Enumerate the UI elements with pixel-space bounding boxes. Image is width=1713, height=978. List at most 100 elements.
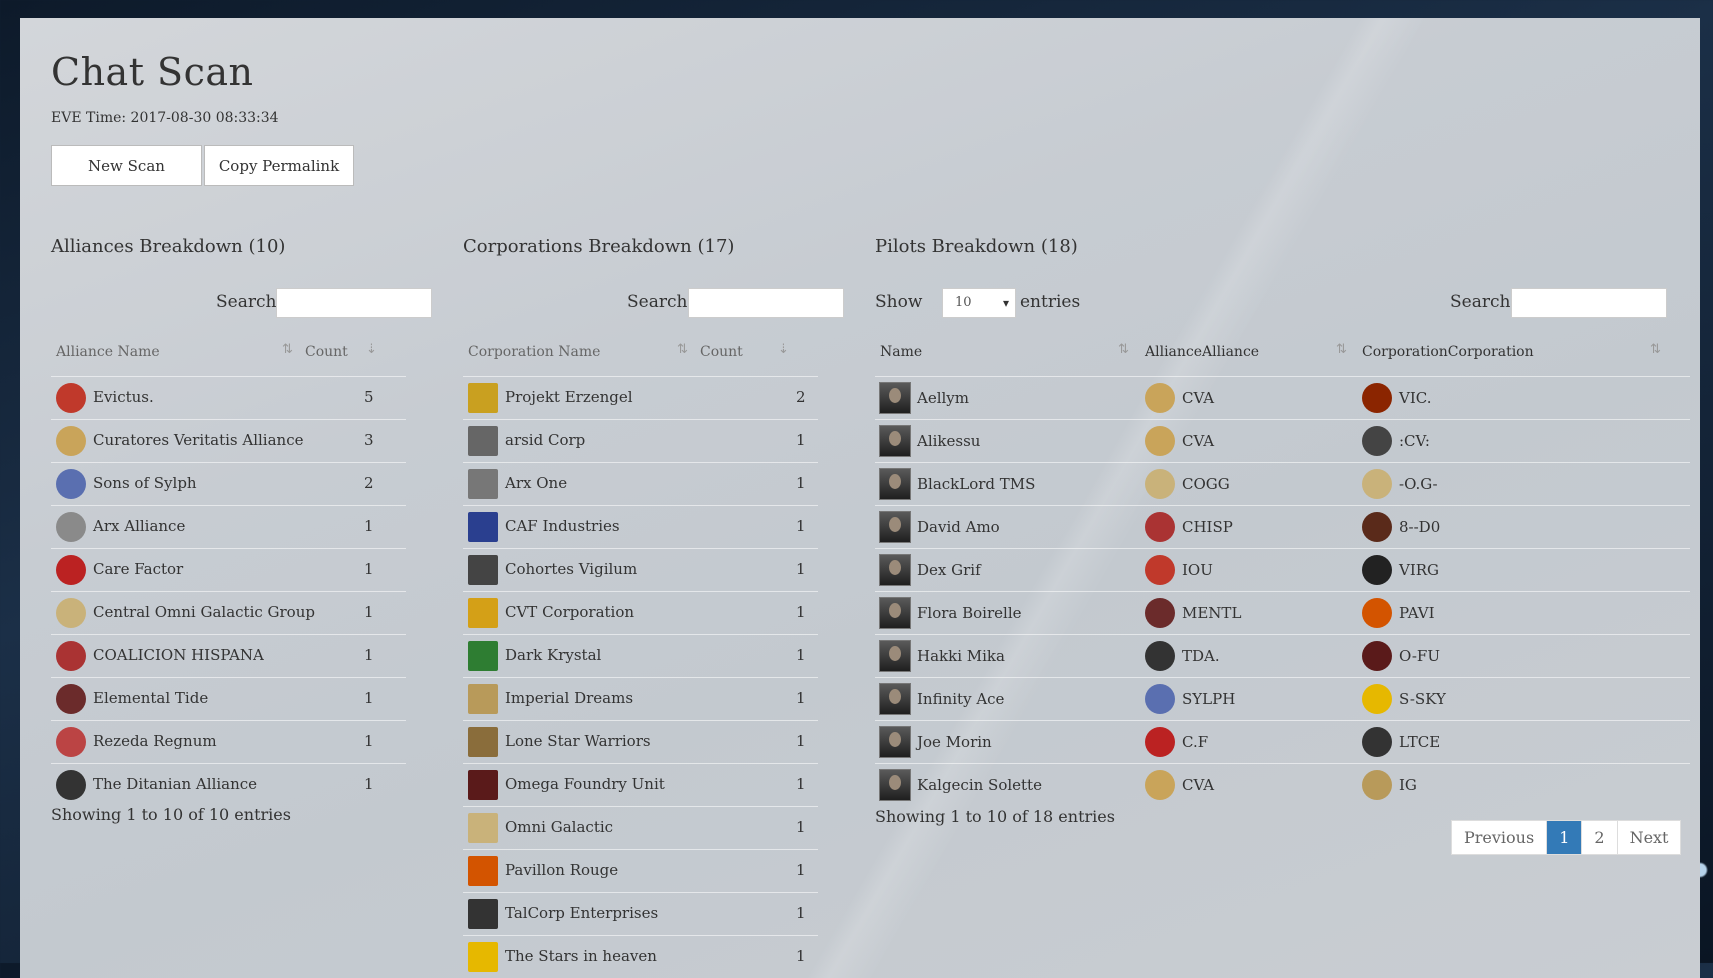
new-scan-button[interactable]: New Scan [51, 145, 202, 186]
table-row[interactable]: Sons of Sylph 2 [51, 462, 406, 505]
pilot-corporation[interactable]: O-FU [1399, 647, 1440, 665]
previous-page-button[interactable]: Previous [1452, 821, 1546, 854]
table-row[interactable]: Dex Grif IOU VIRG [875, 548, 1690, 591]
corporation-name[interactable]: TalCorp Enterprises [505, 904, 658, 922]
table-row[interactable]: Arx Alliance 1 [51, 505, 406, 548]
table-row[interactable]: Rezeda Regnum 1 [51, 720, 406, 763]
pilot-name[interactable]: Joe Morin [917, 733, 992, 751]
pilots-col-alliance[interactable]: AllianceAlliance [1145, 344, 1259, 360]
pilot-corporation[interactable]: 8--D0 [1399, 518, 1440, 536]
sort-desc-icon[interactable]: ⇣ [778, 342, 789, 357]
table-row[interactable]: Omega Foundry Unit 1 [463, 763, 818, 806]
pilots-col-name[interactable]: Name [880, 344, 922, 360]
corporation-name[interactable]: Imperial Dreams [505, 689, 633, 707]
corporation-name[interactable]: Pavillon Rouge [505, 861, 618, 879]
copy-permalink-button[interactable]: Copy Permalink [204, 145, 354, 186]
corporation-name[interactable]: arsid Corp [505, 431, 585, 449]
entries-select[interactable]: 10 [942, 288, 1016, 318]
table-row[interactable]: Imperial Dreams 1 [463, 677, 818, 720]
table-row[interactable]: Pavillon Rouge 1 [463, 849, 818, 892]
table-row[interactable]: BlackLord TMS COGG -O.G- [875, 462, 1690, 505]
pilot-corporation[interactable]: :CV: [1399, 432, 1430, 450]
table-row[interactable]: Aellym CVA VIC. [875, 376, 1690, 419]
table-row[interactable]: CAF Industries 1 [463, 505, 818, 548]
pilot-name[interactable]: Aellym [917, 389, 969, 407]
corporation-name[interactable]: Lone Star Warriors [505, 732, 651, 750]
table-row[interactable]: Dark Krystal 1 [463, 634, 818, 677]
corporations-search-input[interactable] [688, 288, 844, 318]
table-row[interactable]: The Ditanian Alliance 1 [51, 763, 406, 806]
table-row[interactable]: Hakki Mika TDA. O-FU [875, 634, 1690, 677]
sort-icon[interactable]: ⇅ [1650, 342, 1661, 357]
alliance-name[interactable]: Evictus. [93, 388, 154, 406]
corporation-name[interactable]: Cohortes Vigilum [505, 560, 637, 578]
corporation-name[interactable]: Omega Foundry Unit [505, 775, 665, 793]
pilot-name[interactable]: Dex Grif [917, 561, 981, 579]
table-row[interactable]: CVT Corporation 1 [463, 591, 818, 634]
table-row[interactable]: Alikessu CVA:CV: [875, 419, 1690, 462]
corporation-name[interactable]: Dark Krystal [505, 646, 601, 664]
pilot-name[interactable]: Infinity Ace [917, 690, 1004, 708]
table-row[interactable]: Flora Boirelle MENTL PAVI [875, 591, 1690, 634]
table-row[interactable]: Projekt Erzengel 2 [463, 376, 818, 419]
corporation-name[interactable]: The Stars in heaven [505, 947, 657, 965]
table-row[interactable]: Elemental Tide 1 [51, 677, 406, 720]
corporation-name[interactable]: CAF Industries [505, 517, 620, 535]
pilots-search-input[interactable] [1511, 288, 1667, 318]
table-row[interactable]: TalCorp Enterprises 1 [463, 892, 818, 935]
pilot-alliance[interactable]: IOU [1182, 561, 1213, 579]
corporation-name[interactable]: CVT Corporation [505, 603, 634, 621]
pilot-corporation[interactable]: -O.G- [1399, 475, 1438, 493]
pilot-alliance[interactable]: CHISP [1182, 518, 1233, 536]
alliance-name[interactable]: Arx Alliance [93, 517, 185, 535]
pilot-alliance[interactable]: MENTL [1182, 604, 1241, 622]
pilot-corporation[interactable]: PAVI [1399, 604, 1435, 622]
table-row[interactable]: Kalgecin Solette CVA IG [875, 763, 1690, 806]
sort-icon[interactable]: ⇅ [1336, 342, 1347, 357]
table-row[interactable]: COALICION HISPANA 1 [51, 634, 406, 677]
alliance-name[interactable]: Central Omni Galactic Group [93, 603, 315, 621]
pilot-name[interactable]: Hakki Mika [917, 647, 1005, 665]
corporation-name[interactable]: Projekt Erzengel [505, 388, 633, 406]
alliances-search-input[interactable] [276, 288, 432, 318]
sort-icon[interactable]: ⇅ [677, 342, 688, 357]
pilot-alliance[interactable]: TDA. [1182, 647, 1220, 665]
table-row[interactable]: Arx One 1 [463, 462, 818, 505]
corporations-col-count[interactable]: Count [700, 344, 743, 360]
table-row[interactable]: Infinity Ace SYLPH S-SKY [875, 677, 1690, 720]
pilot-name[interactable]: Kalgecin Solette [917, 776, 1042, 794]
table-row[interactable]: Joe Morin C.F LTCE [875, 720, 1690, 763]
corporation-name[interactable]: Arx One [505, 474, 567, 492]
pilot-name[interactable]: Flora Boirelle [917, 604, 1022, 622]
table-row[interactable]: Care Factor 1 [51, 548, 406, 591]
alliance-name[interactable]: Curatores Veritatis Alliance [93, 431, 304, 449]
next-page-button[interactable]: Next [1616, 821, 1681, 854]
pilot-alliance[interactable]: COGG [1182, 475, 1230, 493]
alliance-name[interactable]: Sons of Sylph [93, 474, 197, 492]
pilot-corporation[interactable]: VIC. [1399, 389, 1431, 407]
alliances-col-name[interactable]: Alliance Name [56, 344, 160, 360]
table-row[interactable]: Cohortes Vigilum 1 [463, 548, 818, 591]
table-row[interactable]: Omni Galactic 1 [463, 806, 818, 849]
table-row[interactable]: David Amo CHISP 8--D0 [875, 505, 1690, 548]
sort-icon[interactable]: ⇅ [282, 342, 293, 357]
alliance-name[interactable]: Care Factor [93, 560, 183, 578]
sort-icon[interactable]: ⇅ [1118, 342, 1129, 357]
pilot-name[interactable]: BlackLord TMS [917, 475, 1035, 493]
pilot-corporation[interactable]: LTCE [1399, 733, 1440, 751]
pilot-alliance[interactable]: CVA [1182, 432, 1214, 450]
table-row[interactable]: arsid Corp 1 [463, 419, 818, 462]
alliance-name[interactable]: COALICION HISPANA [93, 646, 264, 664]
pilot-alliance[interactable]: CVA [1182, 776, 1214, 794]
table-row[interactable]: Lone Star Warriors 1 [463, 720, 818, 763]
pilot-alliance[interactable]: C.F [1182, 733, 1208, 751]
pilot-alliance[interactable]: SYLPH [1182, 690, 1235, 708]
alliance-name[interactable]: Elemental Tide [93, 689, 208, 707]
corporation-name[interactable]: Omni Galactic [505, 818, 613, 836]
corporations-col-name[interactable]: Corporation Name [468, 344, 600, 360]
alliance-name[interactable]: Rezeda Regnum [93, 732, 217, 750]
pilot-alliance[interactable]: CVA [1182, 389, 1214, 407]
pilot-corporation[interactable]: S-SKY [1399, 690, 1446, 708]
table-row[interactable]: Curatores Veritatis Alliance 3 [51, 419, 406, 462]
alliances-col-count[interactable]: Count [305, 344, 348, 360]
